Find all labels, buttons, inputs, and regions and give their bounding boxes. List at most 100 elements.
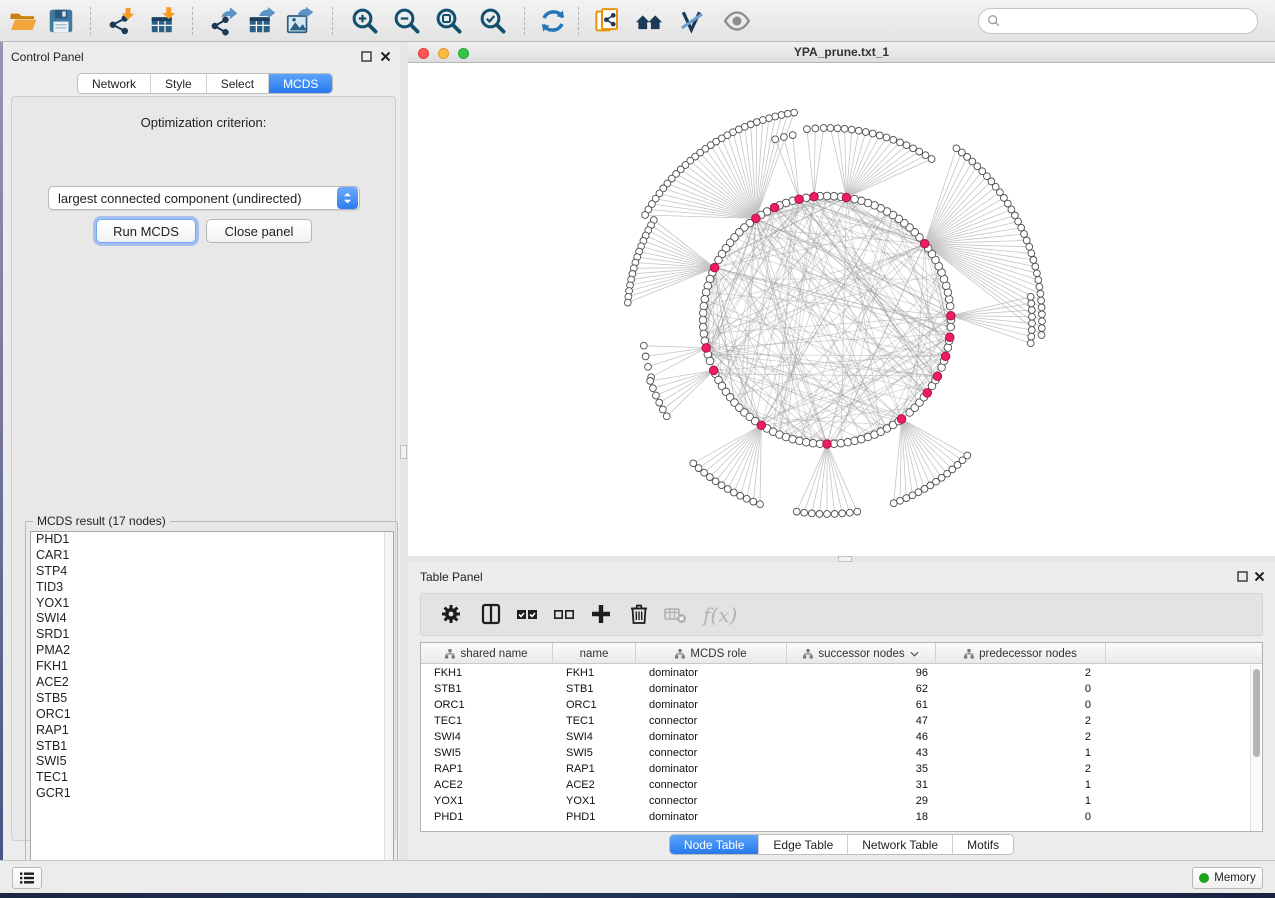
table-cell[interactable]: 96 xyxy=(787,665,936,681)
mcds-result-item[interactable]: STP4 xyxy=(31,564,393,580)
leaf-node[interactable] xyxy=(897,139,904,146)
apply-layout-icon[interactable] xyxy=(538,6,568,36)
network-graph[interactable] xyxy=(408,63,1275,556)
table-cell[interactable]: RAP1 xyxy=(421,761,553,777)
table-cell[interactable]: dominator xyxy=(636,761,787,777)
zoom-out-icon[interactable] xyxy=(392,6,422,36)
table-cell[interactable]: connector xyxy=(636,745,787,761)
table-cell[interactable]: 1 xyxy=(936,777,1106,793)
export-network-icon[interactable] xyxy=(208,6,238,36)
add-row-icon[interactable] xyxy=(589,602,615,628)
leaf-node[interactable] xyxy=(1036,283,1043,290)
mcds-node[interactable] xyxy=(933,372,942,381)
zoom-fit-icon[interactable] xyxy=(434,6,464,36)
leaf-node[interactable] xyxy=(855,127,862,134)
leaf-node[interactable] xyxy=(724,486,731,493)
mcds-node[interactable] xyxy=(702,344,711,353)
ring-node[interactable] xyxy=(796,437,804,445)
mcds-result-item[interactable]: PHD1 xyxy=(31,532,393,548)
leaf-node[interactable] xyxy=(656,399,663,406)
column-header-successor-nodes[interactable]: successor nodes xyxy=(787,643,936,664)
table-row[interactable]: RAP1RAP1dominator352 xyxy=(421,761,1262,777)
leaf-node[interactable] xyxy=(1023,237,1030,244)
leaf-node[interactable] xyxy=(706,474,713,481)
leaf-node[interactable] xyxy=(1037,290,1044,297)
leaf-node[interactable] xyxy=(848,126,855,133)
leaf-node[interactable] xyxy=(778,112,785,119)
leaf-node[interactable] xyxy=(701,469,708,476)
ring-node[interactable] xyxy=(944,344,952,352)
leaf-node[interactable] xyxy=(890,136,897,143)
table-cell[interactable]: 35 xyxy=(787,761,936,777)
leaf-node[interactable] xyxy=(1038,325,1045,332)
leaf-node[interactable] xyxy=(928,156,935,163)
table-cell[interactable]: 0 xyxy=(936,681,1106,697)
mcds-node[interactable] xyxy=(823,440,832,449)
mcds-node[interactable] xyxy=(941,352,950,361)
memory-button[interactable]: Memory xyxy=(1192,867,1263,889)
mcds-result-item[interactable]: STB5 xyxy=(31,691,393,707)
leaf-node[interactable] xyxy=(820,125,827,132)
leaf-node[interactable] xyxy=(854,508,861,515)
leaf-node[interactable] xyxy=(846,509,853,516)
ring-node[interactable] xyxy=(946,302,954,310)
table-row[interactable]: ACE2ACE2connector311 xyxy=(421,777,1262,793)
table-cell[interactable]: 0 xyxy=(936,809,1106,825)
criterion-select[interactable]: largest connected component (undirected) xyxy=(48,186,360,210)
network-view[interactable] xyxy=(408,63,1275,556)
leaf-node[interactable] xyxy=(640,342,647,349)
column-header-shared-name[interactable]: shared name xyxy=(421,643,553,664)
mcds-result-item[interactable]: SWI4 xyxy=(31,611,393,627)
table-cell[interactable]: SWI5 xyxy=(553,745,636,761)
ring-node[interactable] xyxy=(844,438,852,446)
mcds-node[interactable] xyxy=(946,333,955,342)
leaf-node[interactable] xyxy=(624,299,631,306)
column-header-predecessor-nodes[interactable]: predecessor nodes xyxy=(936,643,1106,664)
network-from-file-icon[interactable] xyxy=(592,6,622,36)
table-options-gear-icon[interactable] xyxy=(439,602,465,628)
leaf-node[interactable] xyxy=(1028,300,1035,307)
table-cell[interactable]: 47 xyxy=(787,713,936,729)
leaf-node[interactable] xyxy=(1029,320,1036,327)
table-cell[interactable]: 1 xyxy=(936,793,1106,809)
table-row[interactable]: STB1STB1dominator620 xyxy=(421,681,1262,697)
ring-node[interactable] xyxy=(837,439,845,447)
close-panel-icon[interactable] xyxy=(1254,571,1265,582)
leaf-node[interactable] xyxy=(737,492,744,499)
mcds-node[interactable] xyxy=(920,239,929,248)
table-cell[interactable]: 29 xyxy=(787,793,936,809)
zoom-in-icon[interactable] xyxy=(350,6,380,36)
leaf-node[interactable] xyxy=(789,132,796,139)
table-cell[interactable]: FKH1 xyxy=(553,665,636,681)
export-table-icon[interactable] xyxy=(246,6,276,36)
table-cell[interactable]: 62 xyxy=(787,681,936,697)
mcds-result-item[interactable]: RAP1 xyxy=(31,723,393,739)
close-panel-button[interactable]: Close panel xyxy=(206,219,312,243)
table-cell[interactable]: 61 xyxy=(787,697,936,713)
mcds-node[interactable] xyxy=(947,311,956,320)
table-cell[interactable]: connector xyxy=(636,793,787,809)
leaf-node[interactable] xyxy=(964,452,971,459)
leaf-node[interactable] xyxy=(1026,243,1033,250)
panel-divider-vertical[interactable] xyxy=(400,42,408,860)
table-cell[interactable]: 2 xyxy=(936,713,1106,729)
table-tab-node-table[interactable]: Node Table xyxy=(670,835,760,854)
table-cell[interactable]: SWI4 xyxy=(553,729,636,745)
ring-node[interactable] xyxy=(700,302,708,310)
table-row[interactable]: FKH1FKH1dominator962 xyxy=(421,665,1262,681)
table-cell[interactable]: connector xyxy=(636,713,787,729)
mcds-result-item[interactable]: TID3 xyxy=(31,580,393,596)
mcds-result-item[interactable]: STB1 xyxy=(31,739,393,755)
leaf-node[interactable] xyxy=(772,136,779,143)
table-cell[interactable]: dominator xyxy=(636,665,787,681)
show-panels-list-button[interactable] xyxy=(12,867,42,889)
leaf-node[interactable] xyxy=(750,498,757,505)
table-cell[interactable]: 2 xyxy=(936,729,1106,745)
result-list-scrollbar[interactable] xyxy=(384,532,393,887)
float-panel-icon[interactable] xyxy=(1237,571,1248,582)
leaf-node[interactable] xyxy=(804,126,811,133)
table-cell[interactable]: ORC1 xyxy=(421,697,553,713)
leaf-node[interactable] xyxy=(1035,277,1042,284)
zoom-selected-icon[interactable] xyxy=(478,6,508,36)
deselect-all-icon[interactable] xyxy=(552,602,578,628)
